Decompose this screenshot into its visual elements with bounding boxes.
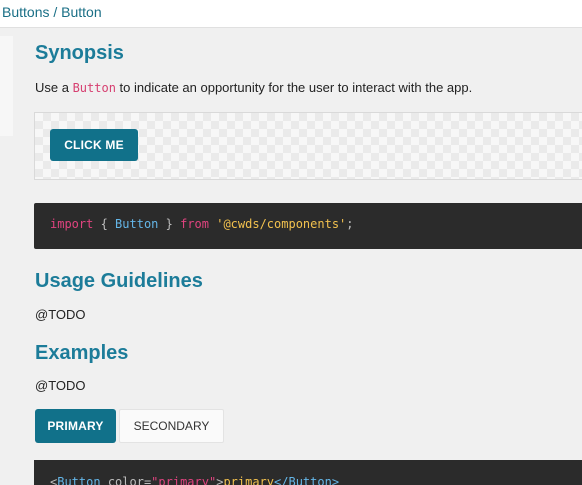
click-me-button[interactable]: CLICK ME [50, 129, 138, 161]
sidebar-edge [0, 36, 14, 136]
inline-code-button: Button [72, 81, 116, 95]
code-punct-close: } [158, 217, 181, 231]
tab-primary[interactable]: PRIMARY [35, 409, 116, 443]
code-tag-button: Button [57, 475, 101, 485]
examples-heading: Examples [35, 342, 129, 364]
code-punct-open: { [93, 217, 116, 231]
breadcrumb: Buttons / Button [0, 0, 582, 28]
code-keyword-from: from [180, 217, 209, 231]
code-ident-button: Button [115, 217, 159, 231]
import-code-block: import { Button } from '@cwds/components… [34, 203, 582, 249]
synopsis-text-before: Use a [35, 80, 73, 95]
synopsis-text-after: to indicate an opportunity for the user … [115, 80, 473, 95]
code-attr-color: color= [100, 475, 152, 485]
code-close-tag: </Button> [274, 475, 340, 485]
code-semicolon: ; [346, 217, 354, 231]
synopsis-heading: Synopsis [35, 42, 124, 64]
usage-guidelines-text: @TODO [35, 307, 86, 322]
examples-tabs: PRIMARY SECONDARY [35, 409, 224, 443]
code-text-primary: primary [223, 475, 275, 485]
code-attr-value: "primary" [151, 475, 217, 485]
breadcrumb-text[interactable]: Buttons / Button [2, 4, 102, 20]
page: Buttons / Button Synopsis Use a Button t… [0, 0, 582, 485]
demo-preview: CLICK ME [34, 112, 582, 180]
examples-text: @TODO [35, 378, 86, 393]
tab-secondary[interactable]: SECONDARY [119, 409, 224, 443]
main-content: Synopsis Use a Button to indicate an opp… [13, 28, 582, 485]
code-module-string: '@cwds/components' [216, 217, 347, 231]
synopsis-text: Use a Button to indicate an opportunity … [35, 80, 472, 95]
usage-guidelines-heading: Usage Guidelines [35, 270, 203, 292]
code-keyword-import: import [50, 217, 94, 231]
example-code-block: <Button color="primary">primary</Button> [34, 460, 582, 485]
